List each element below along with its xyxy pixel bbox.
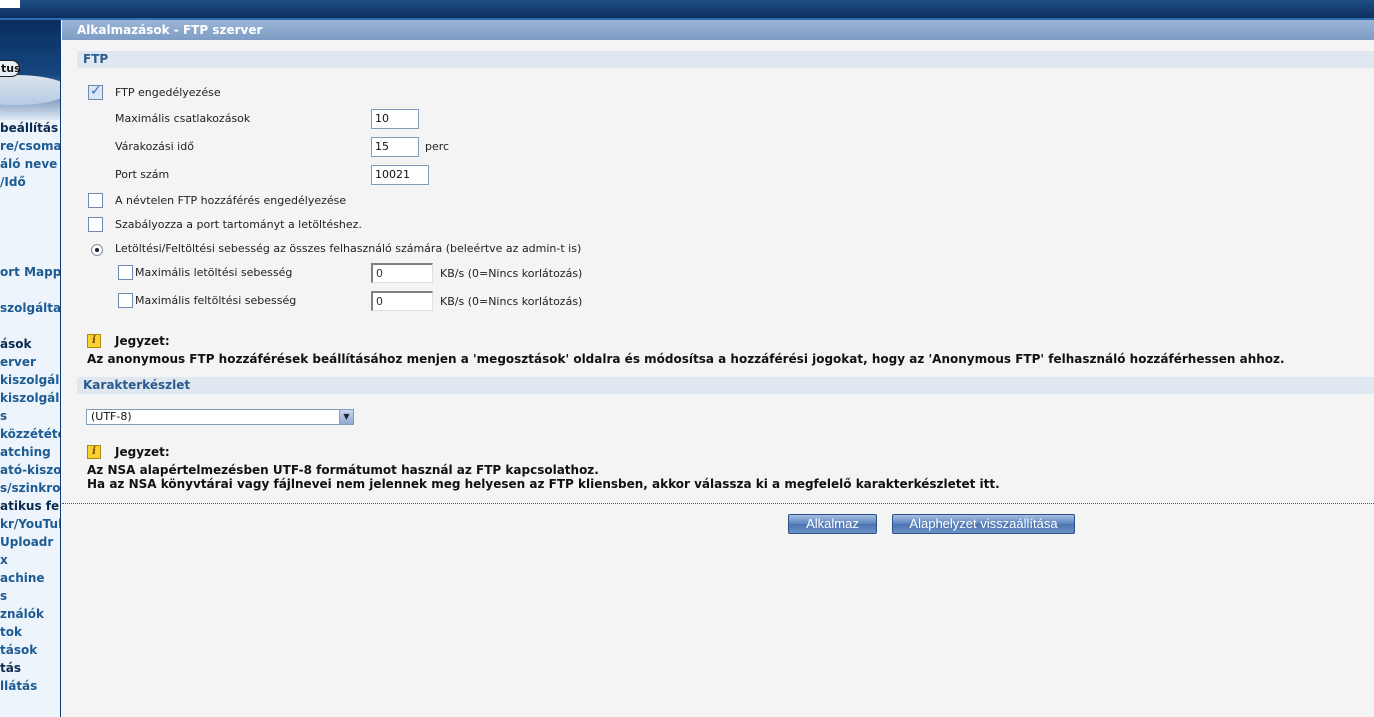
port-input[interactable]: 10021 [371, 165, 429, 185]
sidebar-item[interactable]: áló neve [0, 156, 57, 172]
note-title: Jegyzet: [115, 334, 170, 348]
sidebar-item[interactable]: tás [0, 660, 21, 676]
sidebar-item[interactable]: s/szinkro [0, 480, 60, 496]
sidebar-item[interactable]: ort Mappi [0, 264, 60, 280]
sidebar-item[interactable]: kiszolgáló [0, 372, 60, 388]
info-note-icon: i [87, 334, 101, 348]
max-connections-label: Maximális csatlakozások [115, 112, 251, 125]
anonymous-ftp-label: A névtelen FTP hozzáférés engedélyezése [115, 194, 347, 207]
port-range-checkbox[interactable] [88, 217, 103, 232]
port-range-label: Szabályozza a port tartományt a letöltés… [115, 218, 362, 231]
max-upload-unit: KB/s (0=Nincs korlátozás) [440, 295, 583, 308]
max-download-unit: KB/s (0=Nincs korlátozás) [440, 267, 583, 280]
sidebar-item[interactable]: achine [0, 570, 45, 586]
anonymous-ftp-checkbox[interactable] [88, 193, 103, 208]
section-header-ftp: FTP [77, 51, 1374, 68]
sidebar-item[interactable]: kiszolgálo [0, 390, 60, 406]
ftp-enable-checkbox[interactable] [88, 83, 103, 100]
logo [0, 0, 20, 8]
sidebar-item[interactable]: közzététe [0, 426, 60, 442]
note-title: Jegyzet: [115, 445, 170, 459]
section-header-charset: Karakterkészlet [77, 377, 1374, 394]
sidebar-item[interactable]: erver [0, 354, 36, 370]
sidebar-item[interactable]: kr/YouTub [0, 516, 60, 532]
note-text-line2: Ha az NSA könyvtárai vagy fájlnevei nem … [87, 477, 1000, 491]
max-download-input[interactable]: 0 [371, 263, 433, 283]
sidebar-item[interactable]: re/csoma [0, 138, 60, 154]
charset-select-value: (UTF-8) [91, 410, 132, 423]
sidebar-item[interactable]: /Idő [0, 174, 26, 190]
max-download-checkbox[interactable] [118, 265, 133, 280]
sidebar-item[interactable]: x [0, 552, 8, 568]
banner-swoosh [0, 75, 60, 105]
top-bar [0, 0, 1374, 20]
max-connections-input[interactable]: 10 [371, 109, 419, 129]
idle-timeout-unit: perc [425, 140, 450, 153]
idle-timeout-label: Várakozási idő [115, 140, 194, 153]
sidebar-item[interactable]: llátás [0, 678, 37, 694]
sidebar-item[interactable]: ások [0, 336, 31, 352]
chevron-down-icon[interactable]: ▼ [339, 410, 353, 424]
sidebar-item[interactable]: tok [0, 624, 22, 640]
max-download-label: Maximális letöltési sebesség [135, 266, 293, 279]
page-title: Alkalmazások - FTP szerver [62, 20, 1374, 40]
divider [62, 503, 1374, 504]
sidebar-item[interactable]: Uploadr [0, 534, 53, 550]
sidebar-item[interactable]: atikus felt [0, 498, 60, 514]
idle-timeout-input[interactable]: 15 [371, 137, 419, 157]
sidebar-item[interactable]: beállítás [0, 120, 58, 136]
note-text-line1: Az NSA alapértelmezésben UTF-8 formátumo… [87, 463, 599, 477]
sidebar-item[interactable]: s [0, 408, 7, 424]
note-text: Az anonymous FTP hozzáférések beállításá… [87, 352, 1285, 366]
info-note-icon: i [87, 445, 101, 459]
sidebar-item[interactable]: ató-kiszol [0, 462, 60, 478]
speed-all-users-label: Letöltési/Feltöltési sebesség az összes … [115, 242, 582, 255]
sidebar: tus beállítás re/csoma áló neve /Idő ort… [0, 20, 61, 717]
speed-all-users-radio[interactable] [91, 244, 103, 256]
main-panel: Alkalmazások - FTP szerver FTP FTP enged… [62, 20, 1374, 717]
max-upload-label: Maximális feltöltési sebesség [135, 294, 297, 307]
apply-button[interactable]: Alkalmaz [788, 514, 877, 534]
sidebar-item[interactable]: s [0, 588, 7, 604]
sidebar-item[interactable]: tások [0, 642, 37, 658]
ftp-enable-label: FTP engedélyezése [115, 86, 221, 99]
max-upload-input[interactable]: 0 [371, 291, 433, 311]
port-label: Port szám [115, 168, 170, 181]
sidebar-status-button[interactable]: tus [0, 60, 21, 77]
max-upload-checkbox[interactable] [118, 293, 133, 308]
sidebar-item[interactable]: atching [0, 444, 51, 460]
sidebar-item[interactable]: ználók [0, 606, 44, 622]
charset-select[interactable]: (UTF-8) ▼ [86, 409, 354, 425]
reset-button[interactable]: Alaphelyzet visszaállítása [892, 514, 1075, 534]
sidebar-item[interactable]: szolgáltat [0, 300, 60, 316]
